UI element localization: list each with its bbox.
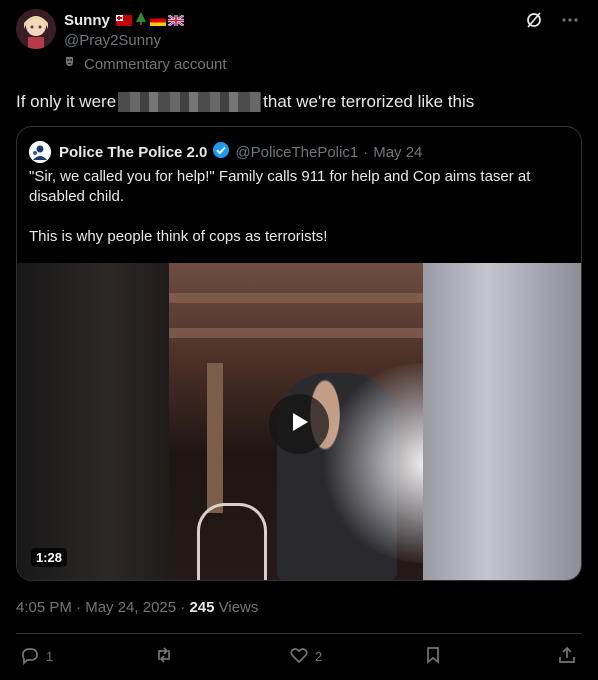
divider xyxy=(16,633,582,634)
quoted-avatar[interactable] xyxy=(29,141,51,163)
quoted-tweet[interactable]: Police The Police 2.0 @PoliceThePolic1 ·… xyxy=(16,126,582,581)
quoted-text: "Sir, we called you for help!" Family ca… xyxy=(29,167,559,267)
play-icon xyxy=(287,410,311,439)
share-icon xyxy=(557,645,577,668)
heart-icon xyxy=(289,645,309,668)
masks-icon xyxy=(64,55,78,73)
share-button[interactable] xyxy=(557,645,577,668)
grok-icon[interactable] xyxy=(524,10,544,30)
commentary-label[interactable]: Commentary account xyxy=(64,55,227,73)
meta-separator: · xyxy=(76,599,86,616)
quoted-text-line2: This is why people think of cops as terr… xyxy=(29,228,328,245)
play-button[interactable] xyxy=(269,394,329,454)
quoted-text-line1: "Sir, we called you for help!" Family ca… xyxy=(29,168,531,205)
commentary-label-text: Commentary account xyxy=(84,55,227,73)
repost-icon xyxy=(154,645,174,668)
views-count: 245 xyxy=(189,599,219,616)
reply-button[interactable]: 1 xyxy=(20,645,53,668)
more-options-icon[interactable] xyxy=(560,10,580,30)
video-duration: 1:28 xyxy=(31,548,68,567)
tonga-flag-icon xyxy=(115,14,132,26)
repost-button[interactable] xyxy=(154,645,180,668)
christmas-tree-icon xyxy=(134,11,148,29)
bookmark-button[interactable] xyxy=(423,645,443,668)
reply-count: 1 xyxy=(46,649,54,664)
post-text-after: that we're terrorized like this xyxy=(263,92,475,111)
uk-flag-icon xyxy=(167,14,184,26)
post-time[interactable]: 4:05 PM xyxy=(16,599,76,616)
like-button[interactable]: 2 xyxy=(289,645,322,668)
post-date[interactable]: May 24, 2025 xyxy=(85,599,180,616)
quoted-date[interactable]: May 24 xyxy=(373,144,422,161)
bookmark-icon xyxy=(423,645,443,668)
like-count: 2 xyxy=(315,649,323,664)
quoted-separator: · xyxy=(363,143,369,161)
redacted-text xyxy=(118,92,262,112)
action-bar: 1 2 xyxy=(0,645,598,671)
author-name[interactable]: Sunny xyxy=(64,12,110,29)
reply-icon xyxy=(20,645,40,668)
views-label: Views xyxy=(218,599,259,616)
quoted-author-name[interactable]: Police The Police 2.0 xyxy=(59,144,207,161)
author-handle[interactable]: @Pray2Sunny xyxy=(64,32,161,49)
germany-flag-icon xyxy=(149,14,166,26)
author-name-row[interactable]: Sunny xyxy=(64,11,184,29)
tweet: Sunny @Pray2Sunny Commentary account If … xyxy=(0,0,598,680)
post-text: If only it were that we're terrorized li… xyxy=(16,92,474,112)
verified-icon xyxy=(212,141,230,163)
author-emoji-flags xyxy=(115,11,184,29)
top-right-actions xyxy=(524,10,580,30)
post-text-before: If only it were xyxy=(16,92,117,111)
post-metadata: 4:05 PM · May 24, 2025 · 245 Views xyxy=(16,599,258,616)
quoted-tweet-header: Police The Police 2.0 @PoliceThePolic1 ·… xyxy=(29,141,422,163)
avatar[interactable] xyxy=(16,9,56,49)
quoted-author-handle[interactable]: @PoliceThePolic1 xyxy=(235,144,358,161)
video-player[interactable]: 1:28 xyxy=(17,263,581,580)
